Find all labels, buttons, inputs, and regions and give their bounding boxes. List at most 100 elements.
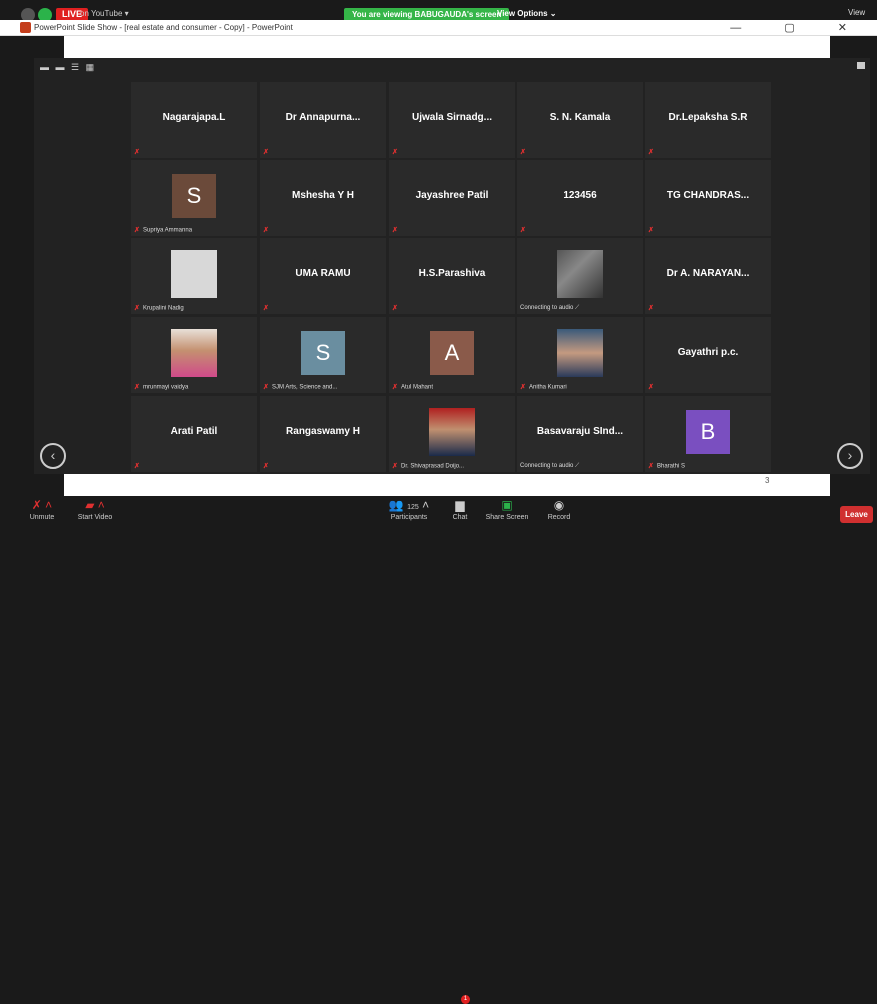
participant-tile[interactable]: Ujwala Sirnadg... ✗ bbox=[389, 82, 515, 158]
unmute-label: Unmute bbox=[29, 514, 55, 521]
participant-label-text: Atul Mahant bbox=[401, 384, 434, 391]
participant-name: Arati Patil bbox=[170, 426, 218, 437]
participant-tile[interactable]: TG CHANDRAS... ✗ bbox=[645, 160, 771, 236]
participant-tile[interactable]: S. N. Kamala ✗ bbox=[517, 82, 643, 158]
participants-label: Participants bbox=[390, 514, 428, 521]
participant-photo bbox=[557, 329, 603, 377]
participant-label-text: Connecting to audio ⟋ bbox=[520, 305, 580, 311]
fullscreen-icon[interactable] bbox=[857, 62, 865, 69]
participant-name: Dr A. NARAYAN... bbox=[666, 268, 750, 279]
mic-muted-icon: ✗ bbox=[263, 149, 269, 156]
start-video-button[interactable]: ▰ ˄ Start Video bbox=[70, 498, 120, 521]
participant-photo bbox=[429, 408, 475, 456]
participant-name: Basavaraju SInd... bbox=[536, 426, 624, 437]
participant-label: ✗ mrunmayi vaidya bbox=[134, 383, 188, 391]
participants-button[interactable]: 👥 125 ˄ Participants bbox=[384, 498, 434, 521]
view-button[interactable]: View bbox=[848, 8, 865, 17]
participant-tile[interactable]: Basavaraju SInd... Connecting to audio ⟋ bbox=[517, 396, 643, 472]
participant-tile[interactable]: Arati Patil ✗ bbox=[131, 396, 257, 472]
record-button[interactable]: ◉ Record bbox=[544, 498, 574, 521]
participant-avatar: A bbox=[430, 331, 474, 375]
participant-tile[interactable]: Dr A. NARAYAN... ✗ bbox=[645, 238, 771, 314]
mic-muted-icon: ✗ bbox=[263, 463, 269, 470]
record-icon: ◉ bbox=[553, 498, 565, 512]
participant-tile[interactable]: S ✗ Supriya Ammanna bbox=[131, 160, 257, 236]
mic-muted-icon: ✗ bbox=[520, 227, 526, 234]
participant-label: ✗ bbox=[263, 462, 272, 470]
slide-number: 3 bbox=[765, 476, 770, 485]
participant-label: ✗ bbox=[520, 226, 529, 234]
participant-tile[interactable]: B ✗ Bharathi S bbox=[645, 396, 771, 472]
participant-tile[interactable]: UMA RAMU ✗ bbox=[260, 238, 386, 314]
participant-label: ✗ Supriya Ammanna bbox=[134, 226, 192, 234]
participant-tile[interactable]: Gayathri p.c. ✗ bbox=[645, 317, 771, 393]
participant-label: ✗ Atul Mahant bbox=[392, 383, 433, 391]
participant-avatar: S bbox=[301, 331, 345, 375]
participant-photo bbox=[171, 250, 217, 298]
participant-label-text: Supriya Ammanna bbox=[143, 227, 193, 234]
slide-bottom-strip bbox=[64, 474, 830, 496]
participant-tile[interactable]: ✗ mrunmayi vaidya bbox=[131, 317, 257, 393]
participant-avatar: B bbox=[686, 410, 730, 454]
mic-muted-icon: ✗ bbox=[648, 227, 654, 234]
mic-muted-icon: ✗ bbox=[392, 463, 398, 470]
chat-badge: 1 bbox=[461, 995, 470, 1004]
participant-photo bbox=[171, 329, 217, 377]
participant-label: ✗ bbox=[648, 226, 657, 234]
participant-tile[interactable]: Connecting to audio ⟋ bbox=[517, 238, 643, 314]
start-video-label: Start Video bbox=[77, 514, 113, 521]
youtube-stream-label[interactable]: on YouTube ▾ bbox=[80, 9, 129, 18]
participant-name: TG CHANDRAS... bbox=[666, 190, 750, 201]
participant-name: S. N. Kamala bbox=[549, 112, 611, 123]
participant-label: ✗ Bharathi S bbox=[648, 462, 685, 470]
participant-tile[interactable]: Dr Annapurna... ✗ bbox=[260, 82, 386, 158]
mic-muted-icon: ✗ bbox=[263, 305, 269, 312]
participant-label-text: mrunmayi vaidya bbox=[143, 384, 189, 391]
participant-name: Ujwala Sirnadg... bbox=[411, 112, 493, 123]
participant-label-text: Bharathi S bbox=[657, 463, 686, 470]
mic-muted-icon: ✗ ˄ bbox=[31, 498, 53, 512]
participant-tile[interactable]: Nagarajapa.L ✗ bbox=[131, 82, 257, 158]
mic-muted-icon: ✗ bbox=[134, 384, 140, 391]
gallery-next-arrow[interactable]: › bbox=[837, 443, 863, 469]
view-options-button[interactable]: View Options ⌄ bbox=[497, 9, 556, 18]
participant-tile[interactable]: Rangaswamy H ✗ bbox=[260, 396, 386, 472]
participant-label: ✗ bbox=[648, 383, 657, 391]
share-screen-button[interactable]: ▣ Share Screen bbox=[484, 498, 530, 521]
participant-tile[interactable]: ✗ Anitha Kumari bbox=[517, 317, 643, 393]
participant-name: Dr Annapurna... bbox=[285, 112, 361, 123]
participant-tile[interactable]: S ✗ SJM Arts, Science and... bbox=[260, 317, 386, 393]
mic-muted-icon: ✗ bbox=[263, 384, 269, 391]
participant-name: Dr.Lepaksha S.R bbox=[668, 112, 748, 123]
participant-name: 123456 bbox=[563, 190, 597, 201]
record-label: Record bbox=[547, 514, 571, 521]
participant-tile[interactable]: H.S.Parashiva ✗ bbox=[389, 238, 515, 314]
participants-icon: 👥 125 ˄ bbox=[388, 498, 430, 512]
participant-name: Mshesha Y H bbox=[292, 190, 354, 201]
mic-muted-icon: ✗ bbox=[392, 384, 398, 391]
participant-tile[interactable]: ✗ Dr. Shivaprasad Doijo... bbox=[389, 396, 515, 472]
powerpoint-titlebar: PowerPoint Slide Show - [real estate and… bbox=[0, 20, 877, 36]
participant-tile[interactable]: Dr.Lepaksha S.R ✗ bbox=[645, 82, 771, 158]
gallery-prev-arrow[interactable]: ‹ bbox=[40, 443, 66, 469]
gallery-layout-icons[interactable]: ▬ ▬ ☰ ▦ bbox=[40, 62, 96, 73]
participant-name: Jayashree Patil bbox=[415, 190, 489, 201]
zoom-top-bar: LIVE on YouTube ▾ You are viewing BABUGA… bbox=[0, 0, 877, 22]
leave-button[interactable]: Leave bbox=[840, 506, 873, 523]
participant-label: ✗ bbox=[263, 226, 272, 234]
window-controls[interactable]: — ▢ ✕ bbox=[730, 21, 867, 34]
participant-tile[interactable]: A ✗ Atul Mahant bbox=[389, 317, 515, 393]
share-screen-label: Share Screen bbox=[485, 514, 529, 521]
participant-label: Connecting to audio ⟋ bbox=[520, 305, 579, 312]
participant-avatar: S bbox=[172, 174, 216, 218]
unmute-button[interactable]: ✗ ˄ Unmute bbox=[24, 498, 60, 521]
mic-muted-icon: ✗ bbox=[392, 149, 398, 156]
participant-label: ✗ bbox=[134, 148, 143, 156]
participant-tile[interactable]: Jayashree Patil ✗ bbox=[389, 160, 515, 236]
chat-button[interactable]: ▆ Chat bbox=[448, 498, 472, 521]
participant-tile[interactable]: ✗ Krupalini Nadig bbox=[131, 238, 257, 314]
participant-label-text: Anitha Kumari bbox=[529, 384, 567, 391]
participant-tile[interactable]: Mshesha Y H ✗ bbox=[260, 160, 386, 236]
mic-muted-icon: ✗ bbox=[134, 227, 140, 234]
participant-tile[interactable]: 123456 ✗ bbox=[517, 160, 643, 236]
